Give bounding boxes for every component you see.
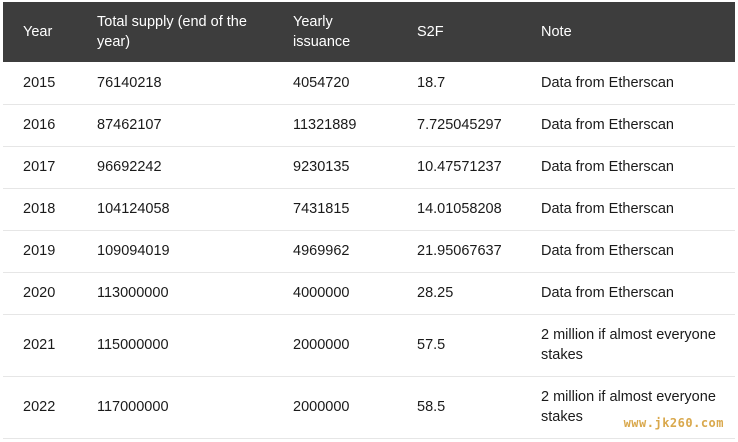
- cell-yearly-issuance: 4969962: [293, 243, 350, 259]
- table-header: Year Total supply (end of the year) Year…: [3, 2, 735, 62]
- cell-note: Data from Etherscan: [541, 285, 674, 301]
- cell-s2f: 7.725045297: [417, 117, 502, 133]
- cell-note: Data from Etherscan: [541, 243, 674, 259]
- cell-year: 2015: [23, 74, 56, 91]
- cell-year: 2020: [23, 285, 56, 301]
- table-row: 2019 109094019 4969962 21.95067637 Data …: [3, 230, 735, 272]
- cell-total-supply: 76140218: [97, 74, 162, 91]
- page: Year Total supply (end of the year) Year…: [0, 0, 738, 442]
- cell-note: Data from Etherscan: [541, 117, 674, 133]
- header-total-supply: Total supply (end of the year): [97, 14, 247, 50]
- cell-s2f: 18.7: [417, 74, 446, 91]
- cell-year: 2021: [23, 337, 56, 353]
- cell-s2f: 14.01058208: [417, 201, 502, 217]
- cell-s2f: 57.5: [417, 337, 446, 353]
- cell-yearly-issuance: 9230135: [293, 159, 350, 175]
- cell-yearly-issuance: 4000000: [293, 285, 350, 301]
- cell-yearly-issuance: 2000000: [293, 337, 350, 353]
- cell-year: 2022: [23, 399, 56, 415]
- header-s2f: S2F: [417, 24, 444, 40]
- table-row: 2020 113000000 4000000 28.25 Data from E…: [3, 272, 735, 314]
- supply-table: Year Total supply (end of the year) Year…: [3, 2, 735, 439]
- cell-total-supply: 115000000: [97, 337, 169, 353]
- cell-yearly-issuance: 2000000: [293, 399, 350, 415]
- header-yearly-issuance: Yearly issuance: [293, 14, 351, 50]
- header-note: Note: [541, 24, 572, 40]
- cell-s2f: 10.47571237: [417, 159, 502, 175]
- cell-year: 2017: [23, 159, 56, 175]
- cell-s2f: 21.95067637: [417, 243, 502, 259]
- header-year: Year: [23, 24, 53, 40]
- header-row: Year Total supply (end of the year) Year…: [3, 2, 735, 62]
- cell-year: 2018: [23, 201, 56, 217]
- table-row: 2018 104124058 7431815 14.01058208 Data …: [3, 188, 735, 230]
- cell-total-supply: 109094019: [97, 243, 170, 259]
- cell-total-supply: 104124058: [97, 201, 170, 217]
- cell-total-supply: 87462107: [97, 117, 162, 133]
- cell-year: 2019: [23, 243, 56, 259]
- cell-yearly-issuance: 7431815: [293, 201, 350, 217]
- cell-total-supply: 96692242: [97, 159, 162, 175]
- cell-note: Data from Etherscan: [541, 74, 674, 91]
- cell-s2f: 28.25: [417, 285, 454, 301]
- cell-s2f: 58.5: [417, 399, 446, 415]
- cell-year: 2016: [23, 117, 56, 133]
- cell-note: Data from Etherscan: [541, 159, 674, 175]
- table-body: 2015 76140218 4054720 18.7 Data from Eth…: [3, 62, 735, 438]
- table-row: 2016 87462107 11321889 7.725045297 Data …: [3, 104, 735, 146]
- cell-note: Data from Etherscan: [541, 201, 674, 217]
- table-row: 2015 76140218 4054720 18.7 Data from Eth…: [3, 62, 735, 104]
- cell-total-supply: 117000000: [97, 399, 169, 415]
- watermark: www.jk260.com: [623, 416, 724, 430]
- cell-note: 2 million if almost everyone stakes: [541, 327, 716, 363]
- cell-yearly-issuance: 11321889: [293, 117, 357, 133]
- cell-yearly-issuance: 4054720: [293, 74, 350, 91]
- table-row: 2021 115000000 2000000 57.5 2 million if…: [3, 314, 735, 376]
- cell-total-supply: 113000000: [97, 285, 169, 301]
- table-row: 2017 96692242 9230135 10.47571237 Data f…: [3, 146, 735, 188]
